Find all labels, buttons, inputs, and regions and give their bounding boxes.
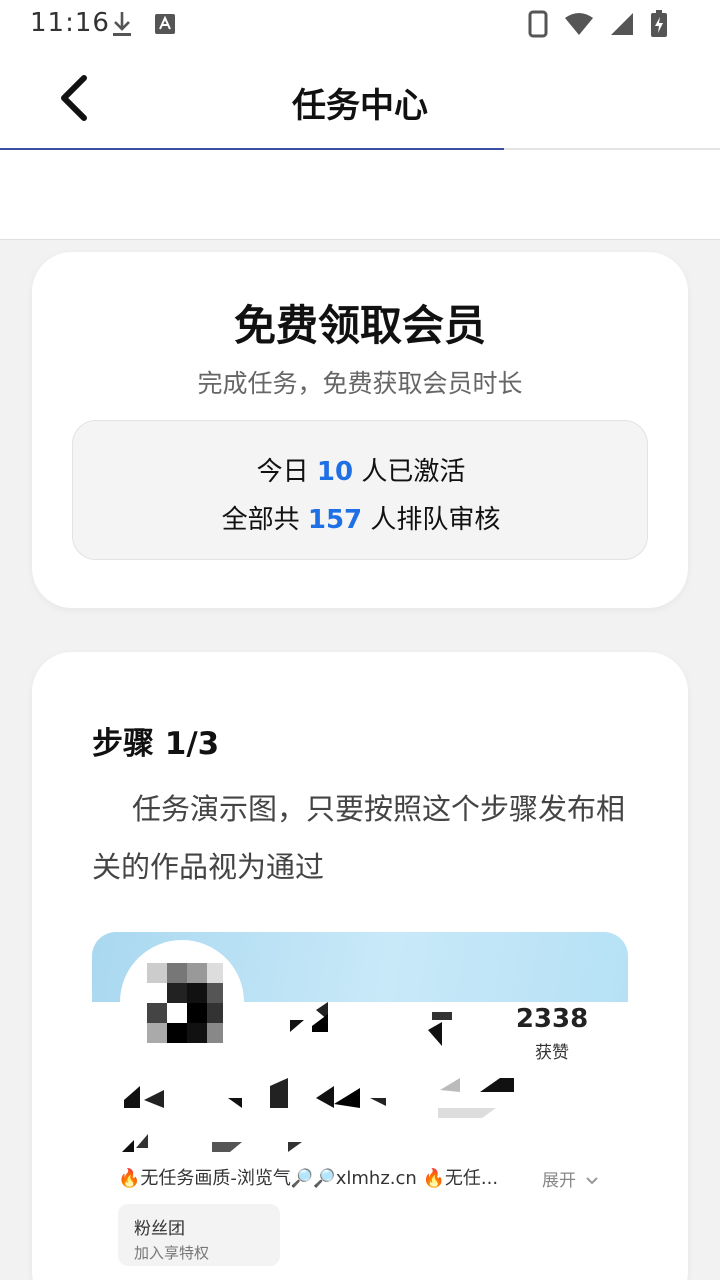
promo-subtitle: 完成任务，免费获取会员时长 xyxy=(197,369,523,398)
demo-avatar xyxy=(120,940,244,1064)
step-card: 步骤 1/3 任务演示图，只要按照这个步骤发布相关的作品视为通过 2338 获赞… xyxy=(32,652,688,1280)
fan-group-box: 粉丝团 加入享特权 xyxy=(118,1204,280,1266)
signal-icon xyxy=(611,13,633,35)
today-count: 10 xyxy=(316,457,354,487)
promo-card: 免费领取会员 完成任务，免费获取会员时长 今日 10 人已激活 全部共 157 … xyxy=(32,252,688,608)
total-queue-line: 全部共 157 人排队审核 xyxy=(73,499,649,536)
status-time: 11:16 xyxy=(30,8,110,38)
total-count: 157 xyxy=(307,505,363,535)
wifi-icon xyxy=(565,13,593,35)
phone-icon xyxy=(528,10,548,38)
fan-group-title: 粉丝团 xyxy=(134,1219,185,1239)
expand-link: 展开 xyxy=(542,1166,599,1191)
total-prefix: 全部共 xyxy=(221,505,300,535)
download-icon xyxy=(113,12,131,36)
activation-stats-box: 今日 10 人已激活 全部共 157 人排队审核 xyxy=(72,420,648,560)
chevron-down-icon xyxy=(586,1177,599,1185)
pixelated-username-block xyxy=(290,1002,452,1046)
promo-title: 免费领取会员 xyxy=(233,301,486,350)
step-title: 步骤 1/3 xyxy=(92,726,220,762)
total-suffix: 人排队审核 xyxy=(370,505,501,535)
page-title: 任务中心 xyxy=(292,86,428,126)
today-suffix: 人已激活 xyxy=(361,457,466,487)
status-bar: 11:16 xyxy=(0,0,720,48)
fan-group-subtitle: 加入享特权 xyxy=(134,1244,210,1262)
app-bar: 任务中心 xyxy=(0,48,720,148)
expand-label: 展开 xyxy=(542,1171,576,1191)
today-prefix: 今日 xyxy=(256,457,309,487)
today-activated-line: 今日 10 人已激活 xyxy=(73,451,649,488)
likes-count: 2338 xyxy=(515,1004,589,1034)
battery-charging-icon xyxy=(651,10,667,37)
step-description: 任务演示图，只要按照这个步骤发布相关的作品视为通过 xyxy=(92,792,626,884)
pixelated-avatar-image xyxy=(123,943,241,1061)
keyboard-indicator-icon xyxy=(155,14,175,34)
pixelated-info-block xyxy=(122,1078,514,1152)
likes-label: 获赞 xyxy=(535,1043,569,1063)
task-demo-image: 2338 获赞 🔥无任务画质-浏览气🔎🔎xlmhz.cn 🔥无任... 展开 粉… xyxy=(92,932,628,1280)
header-spacer xyxy=(0,150,720,240)
demo-bio-text: 🔥无任务画质-浏览气🔎🔎xlmhz.cn 🔥无任... xyxy=(118,1168,499,1189)
